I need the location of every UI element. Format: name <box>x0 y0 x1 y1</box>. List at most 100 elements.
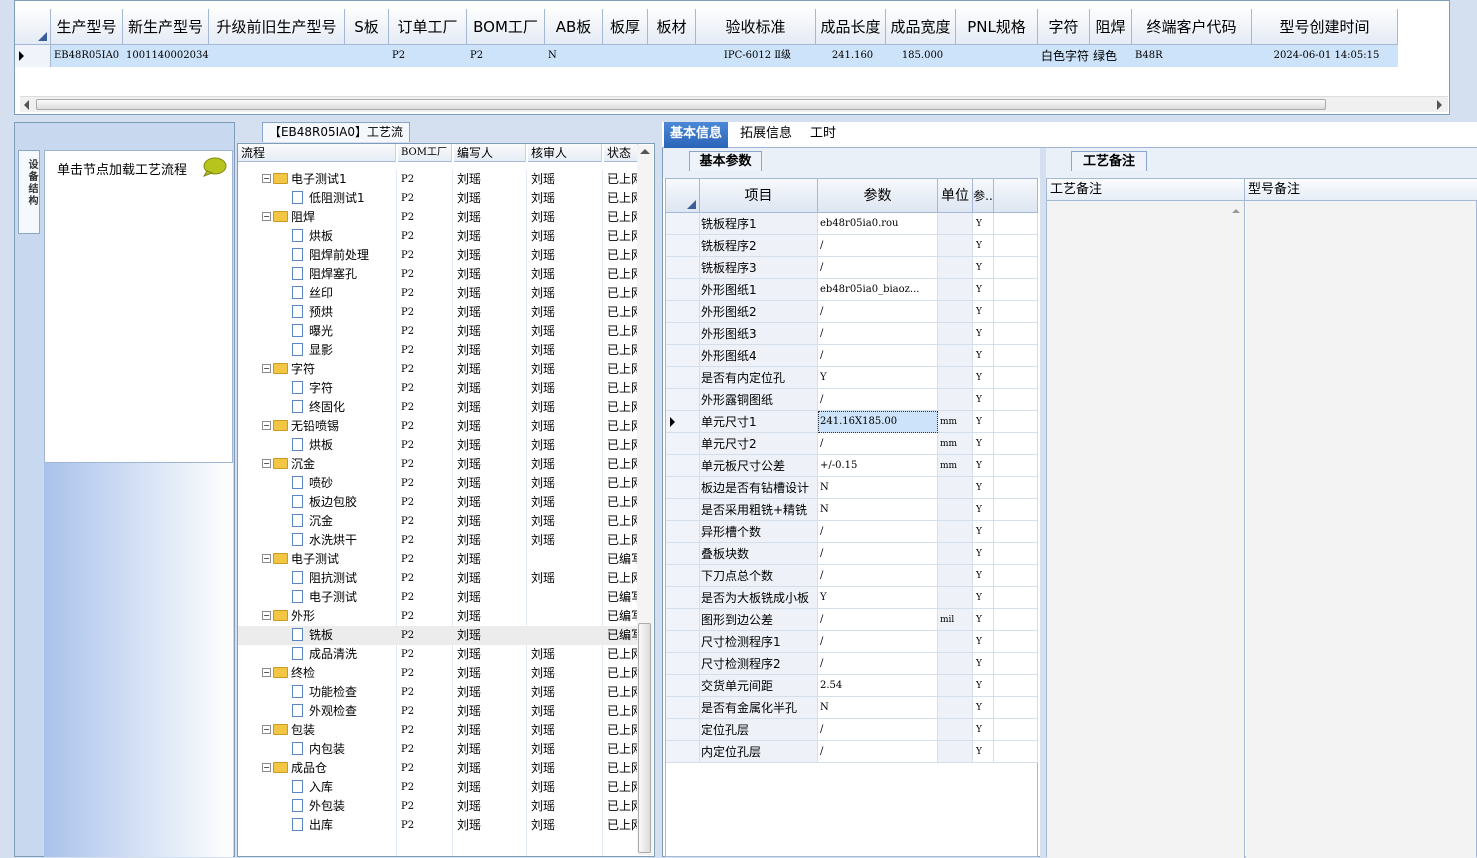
param-row[interactable]: 异形槽个数 / Y <box>666 521 1038 543</box>
row-selector[interactable] <box>666 631 700 653</box>
param-value[interactable]: / <box>818 741 938 763</box>
param-row[interactable]: 铣板程序3/ Y <box>666 257 1038 279</box>
param-row[interactable]: 是否有金属化半孔 N Y <box>666 697 1038 719</box>
row-selector[interactable] <box>666 499 700 521</box>
tree-node[interactable]: 沉金 P2 刘瑶 刘瑶 已上网 <box>238 512 638 531</box>
tree-node[interactable]: 阻焊塞孔 P2 刘瑶 刘瑶 已上网 <box>238 265 638 284</box>
col-header[interactable]: 终端客户代码 <box>1132 9 1252 45</box>
col-header[interactable]: 成品宽度 <box>886 9 956 45</box>
table-cell[interactable] <box>603 45 648 67</box>
tree-node[interactable]: 阻抗测试 P2 刘瑶 刘瑶 已上网 <box>238 569 638 588</box>
table-cell[interactable]: 白色字符 <box>1038 45 1090 67</box>
tree-node[interactable]: 终固化 P2 刘瑶 刘瑶 已上网 <box>238 398 638 417</box>
col-header[interactable]: 生产型号 <box>51 9 123 45</box>
row-selector[interactable] <box>666 521 700 543</box>
param-value[interactable]: eb48r05ia0_biaoz... <box>818 279 938 301</box>
col-header[interactable]: 阻焊 <box>1090 9 1132 45</box>
collapse-icon[interactable]: − <box>262 611 271 620</box>
param-value[interactable]: / <box>818 719 938 741</box>
row-selector[interactable] <box>666 587 700 609</box>
param-value[interactable]: Y <box>818 587 938 609</box>
param-row[interactable]: 外形图纸2/ Y <box>666 301 1038 323</box>
collapse-icon[interactable]: − <box>262 725 271 734</box>
row-selector[interactable] <box>666 477 700 499</box>
row-selector[interactable] <box>666 675 700 697</box>
param-row[interactable]: 是否采用粗铣+精铣 N Y <box>666 499 1038 521</box>
tab-work-hours[interactable]: 工时 <box>804 122 842 148</box>
tree-node[interactable]: 外包装 P2 刘瑶 刘瑶 已上网 <box>238 797 638 816</box>
row-selector[interactable] <box>666 257 700 279</box>
table-cell[interactable]: 185.000 <box>886 45 956 67</box>
collapse-icon[interactable]: − <box>262 212 271 221</box>
row-selector[interactable] <box>666 301 700 323</box>
tree-node[interactable]: 喷砂 P2 刘瑶 刘瑶 已上网 <box>238 474 638 493</box>
tree-node[interactable]: 烘板 P2 刘瑶 刘瑶 已上网 <box>238 436 638 455</box>
tree-node[interactable]: 内包装 P2 刘瑶 刘瑶 已上网 <box>238 740 638 759</box>
row-selector[interactable] <box>666 697 700 719</box>
param-value[interactable]: N <box>818 697 938 719</box>
tree-node[interactable]: 外观检查 P2 刘瑶 刘瑶 已上网 <box>238 702 638 721</box>
param-row[interactable]: 单元板尺寸公差 +/-0.15 mm Y <box>666 455 1038 477</box>
tree-node[interactable]: − 电子测试 P2 刘瑶 已编写 <box>238 550 638 569</box>
row-selector[interactable] <box>666 565 700 587</box>
tree-node[interactable]: 阻焊前处理 P2 刘瑶 刘瑶 已上网 <box>238 246 638 265</box>
row-selector[interactable] <box>666 741 700 763</box>
table-cell[interactable]: N <box>545 45 603 67</box>
row-selector[interactable] <box>666 235 700 257</box>
scroll-up-icon[interactable] <box>640 149 650 154</box>
tree-node[interactable]: 丝印 P2 刘瑶 刘瑶 已上网 <box>238 284 638 303</box>
tree-node[interactable]: 成品清洗 P2 刘瑶 刘瑶 已上网 <box>238 645 638 664</box>
tree-node[interactable]: 铣板 P2 刘瑶 已编写 <box>238 626 638 645</box>
param-row[interactable]: 交货单元间距 2.54 Y <box>666 675 1038 697</box>
tree-node[interactable]: 水洗烘干 P2 刘瑶 刘瑶 已上网 <box>238 531 638 550</box>
table-cell[interactable] <box>956 45 1038 67</box>
collapse-icon[interactable]: − <box>262 668 271 677</box>
param-row[interactable]: 内定位孔层 / Y <box>666 741 1038 763</box>
tree-node[interactable]: − 包装 P2 刘瑶 刘瑶 已上网 <box>238 721 638 740</box>
col-header-unit[interactable]: 单位 <box>938 179 973 213</box>
row-selector[interactable] <box>666 323 700 345</box>
row-selector[interactable] <box>666 389 700 411</box>
row-selector[interactable] <box>666 433 700 455</box>
param-row[interactable]: 下刀点总个数 / Y <box>666 565 1038 587</box>
row-selector[interactable] <box>666 213 700 235</box>
tree-col-header[interactable]: BOM工厂 <box>398 144 452 162</box>
param-value[interactable]: / <box>818 565 938 587</box>
param-value[interactable]: / <box>818 609 938 631</box>
col-header[interactable]: 字符 <box>1038 9 1090 45</box>
collapse-icon[interactable]: − <box>262 174 271 183</box>
param-row[interactable]: 叠板块数 / Y <box>666 543 1038 565</box>
param-value[interactable]: 2.54 <box>818 675 938 697</box>
param-value[interactable]: / <box>818 653 938 675</box>
param-row[interactable]: 尺寸检测程序2/ Y <box>666 653 1038 675</box>
row-selector[interactable] <box>666 455 700 477</box>
tree-vertical-scrollbar[interactable] <box>637 145 653 855</box>
param-value[interactable]: / <box>818 235 938 257</box>
param-value[interactable]: Y <box>818 367 938 389</box>
tree-node[interactable]: − 成品仓 P2 刘瑶 刘瑶 已上网 <box>238 759 638 778</box>
col-header[interactable]: 型号创建时间 <box>1252 9 1398 45</box>
param-row[interactable]: 外形图纸3/ Y <box>666 323 1038 345</box>
tree-node[interactable]: − 沉金 P2 刘瑶 刘瑶 已上网 <box>238 455 638 474</box>
table-row[interactable]: EB48R05IA0 10011400020347 P2 P2 N IPC-6012 Ⅱ级… <box>51 45 1398 67</box>
collapse-icon[interactable]: − <box>262 364 271 373</box>
tree-col-header[interactable]: 流程 <box>238 144 396 162</box>
tree-node[interactable]: 入库 P2 刘瑶 刘瑶 已上网 <box>238 778 638 797</box>
col-header[interactable]: 升级前旧生产型号 <box>209 9 345 45</box>
scroll-left-icon[interactable] <box>24 100 29 110</box>
table-cell[interactable]: 10011400020347 <box>123 45 209 67</box>
col-header[interactable]: AB板 <box>545 9 603 45</box>
tab-process-notes[interactable]: 工艺备注 <box>1071 151 1147 171</box>
tree-node[interactable]: 烘板 P2 刘瑶 刘瑶 已上网 <box>238 227 638 246</box>
param-row[interactable]: 是否为大板铣成小板 Y Y <box>666 587 1038 609</box>
col-header[interactable]: 新生产型号 <box>123 9 209 45</box>
grid-corner[interactable] <box>15 9 51 45</box>
tree-node[interactable]: − 无铅喷锡 P2 刘瑶 刘瑶 已上网 <box>238 417 638 436</box>
param-value[interactable]: / <box>818 389 938 411</box>
col-header-value[interactable]: 参数 <box>818 179 938 213</box>
row-selector[interactable] <box>666 609 700 631</box>
vertical-tab-equipment[interactable]: 设备结构 <box>18 150 40 234</box>
param-row[interactable]: 图形到边公差 / mil Y <box>666 609 1038 631</box>
param-row[interactable]: 单元尺寸1 241.16X185.00 mm Y <box>666 411 1038 433</box>
row-selector[interactable] <box>666 345 700 367</box>
